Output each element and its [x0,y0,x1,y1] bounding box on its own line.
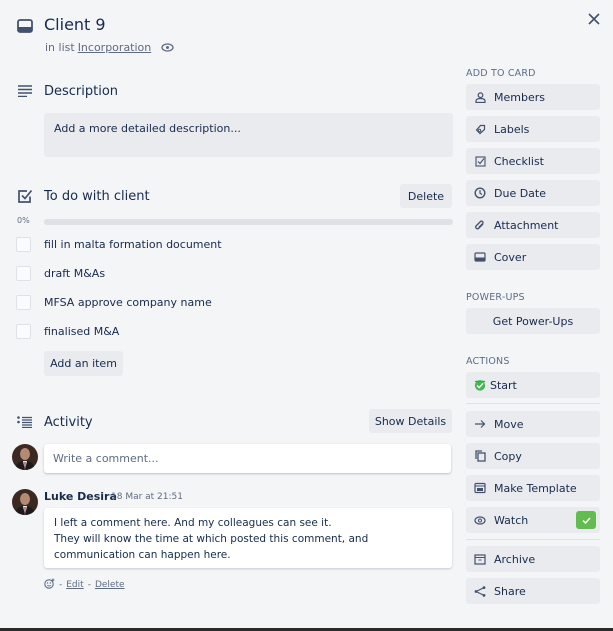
checklist-label: Checklist [494,154,544,168]
card-title[interactable]: Client 9 [44,15,106,34]
paperclip-icon [474,219,486,231]
make-template-label: Make Template [494,481,577,495]
copy-icon [474,450,486,462]
divider [466,539,600,540]
comment-input[interactable] [44,444,451,473]
description-input[interactable]: Add a more detailed description... [44,113,453,157]
start-shield-icon [474,379,486,391]
eye-icon [474,514,486,526]
archive-icon [474,553,486,565]
copy-button[interactable]: Copy [466,443,600,469]
avatar[interactable] [12,444,38,470]
checklist-item-text[interactable]: finalised M&A [44,325,119,338]
start-label: Start [490,378,517,392]
watch-checkmark-icon [576,511,596,529]
watch-button[interactable]: Watch [466,507,600,533]
comment-timestamp[interactable]: 18 Mar at 21:51 [111,492,183,502]
checklist-item[interactable]: draft M&As [16,262,453,284]
checklist-item-text[interactable]: draft M&As [44,267,105,280]
divider [466,403,600,404]
cover-button[interactable]: Cover [466,244,600,270]
activity-icon [16,413,34,431]
list-prefix: in list [45,41,75,54]
watch-label: Watch [494,513,529,527]
delete-comment-link[interactable]: Delete [95,580,125,590]
comment-body: I left a comment here. And my colleagues… [44,508,452,568]
separator: - [87,580,91,590]
checklist-icon [16,187,34,205]
checkbox-icon [474,155,486,167]
checklist-item[interactable]: MFSA approve company name [16,291,453,313]
progress-bar [44,219,453,225]
checklist-checkbox[interactable] [16,294,31,310]
checklist-item-text[interactable]: fill in malta formation document [44,238,222,251]
members-label: Members [494,90,545,104]
comment-actions: - Edit - Delete [44,578,125,592]
delete-checklist-button[interactable]: Delete [400,184,452,208]
comment-author[interactable]: Luke Desira [44,490,117,503]
progress-percent: 0% [17,216,30,225]
person-icon [474,91,486,103]
separator: - [59,580,63,590]
move-button[interactable]: Move [466,411,600,437]
arrow-right-icon [474,418,486,430]
checklist-item[interactable]: fill in malta formation document [16,233,453,255]
list-link[interactable]: Incorporation [78,41,152,54]
checklist-checkbox[interactable] [16,323,31,339]
add-reaction-icon[interactable] [44,578,55,592]
cover-label: Cover [494,250,527,264]
cover-icon [474,251,486,263]
attachment-label: Attachment [494,218,559,232]
template-icon [474,482,486,494]
description-icon [16,82,34,100]
actions-heading: ACTIONS [466,356,510,367]
list-info: in list Incorporation [45,41,174,54]
checklist-item-text[interactable]: MFSA approve company name [44,296,212,309]
make-template-button[interactable]: Make Template [466,475,600,501]
attachment-button[interactable]: Attachment [466,212,600,238]
checklist-heading[interactable]: To do with client [44,189,150,204]
copy-label: Copy [494,449,522,463]
share-button[interactable]: Share [466,578,600,604]
description-heading: Description [44,84,119,99]
move-label: Move [494,417,524,431]
due-date-button[interactable]: Due Date [466,180,600,206]
activity-heading: Activity [44,415,93,430]
due-date-label: Due Date [494,186,546,200]
checklist-checkbox[interactable] [16,236,31,252]
start-button[interactable]: Start [466,372,600,398]
tag-icon [474,123,486,135]
show-details-button[interactable]: Show Details [369,409,452,433]
checklist-button[interactable]: Checklist [466,148,600,174]
close-button[interactable] [584,9,604,29]
checklist-item[interactable]: finalised M&A [16,320,453,342]
card-icon [16,17,34,35]
labels-label: Labels [494,122,530,136]
archive-label: Archive [494,552,536,566]
labels-button[interactable]: Labels [466,116,600,142]
close-icon [588,13,600,25]
edit-comment-link[interactable]: Edit [66,580,83,590]
checklist-checkbox[interactable] [16,265,31,281]
get-power-ups-button[interactable]: Get Power-Ups [466,308,600,334]
share-label: Share [494,584,526,598]
clock-icon [474,187,486,199]
eye-icon [161,43,174,52]
add-to-card-heading: ADD TO CARD [466,68,536,79]
add-item-button[interactable]: Add an item [44,351,123,376]
power-ups-heading: POWER-UPS [466,292,525,303]
archive-button[interactable]: Archive [466,546,600,572]
share-icon [474,585,486,597]
members-button[interactable]: Members [466,84,600,110]
comment-author-avatar[interactable] [12,489,38,515]
